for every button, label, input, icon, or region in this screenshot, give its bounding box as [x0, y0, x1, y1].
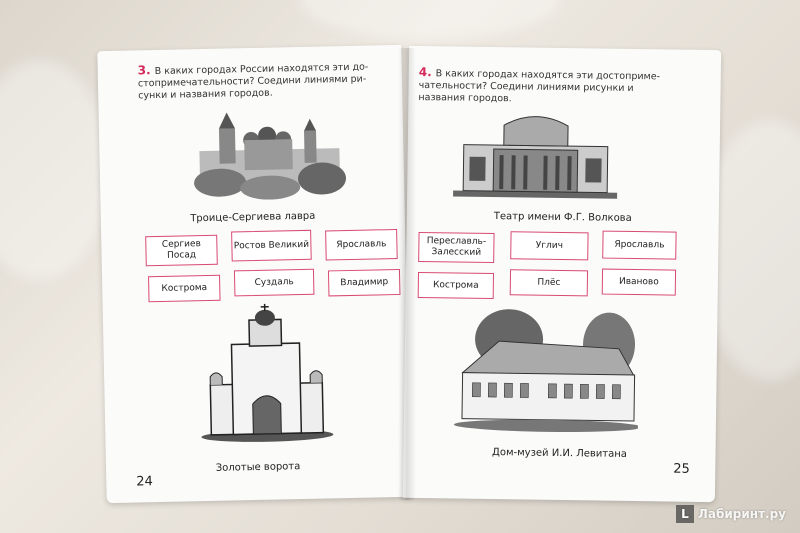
theatre-illustration	[453, 116, 618, 199]
task-number: 3.	[137, 63, 151, 78]
city-box[interactable]: Суздаль	[233, 268, 315, 297]
right-page: 4. В каких городах находятся эти достопри…	[402, 45, 722, 503]
golden-gate-illustration	[201, 303, 334, 442]
city-box[interactable]: Ярославль	[602, 230, 677, 260]
city-box[interactable]: Плёс	[509, 269, 589, 297]
city-box[interactable]: Ростов Великий	[231, 229, 312, 262]
lavra-illustration	[194, 112, 347, 200]
task-number: 4.	[418, 64, 432, 80]
cloth-fold	[300, 0, 560, 40]
city-box[interactable]: Иваново	[601, 268, 677, 296]
page-number-left: 24	[136, 474, 154, 490]
city-box[interactable]: Сергиев Посад	[145, 234, 218, 267]
city-box[interactable]: Кострома	[417, 271, 495, 300]
watermark-logo: L Лабиринт.ру	[675, 505, 786, 523]
city-box[interactable]: Ярославль	[325, 228, 398, 261]
levitan-house-illustration	[453, 309, 640, 432]
left-page: 3. В каких городах России находятся эти д…	[97, 44, 411, 504]
cloth-fold	[0, 60, 110, 280]
watermark-text: Лабиринт.ру	[697, 507, 786, 521]
page-number-right: 25	[673, 461, 690, 477]
city-box[interactable]: Переславль-Залесский	[418, 231, 495, 264]
city-box[interactable]: Углич	[510, 231, 589, 261]
caption-levitan-house: Дом-музей И.И. Левитана	[491, 447, 628, 460]
city-box[interactable]: Кострома	[148, 274, 221, 303]
caption-theatre: Театр имени Ф.Г. Волкова	[493, 211, 632, 224]
task-text: В каких городах России находятся эти до-…	[137, 61, 369, 102]
task-text: В каких городах находятся эти достоприме…	[418, 68, 661, 105]
labirint-logo-icon: L	[675, 505, 694, 523]
caption-lavra: Троице-Сергиева лавра	[190, 210, 316, 225]
task-3: 3. В каких городах России находятся эти д…	[138, 59, 389, 102]
task-4: 4. В каких городах находятся эти достопри…	[418, 64, 669, 107]
city-box[interactable]: Владимир	[327, 268, 401, 297]
book-spine	[398, 48, 416, 500]
